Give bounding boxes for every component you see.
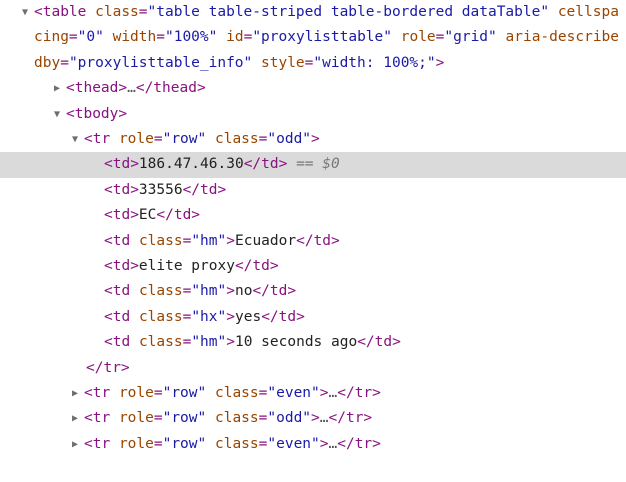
attr-value-class[interactable]: "hm" <box>191 233 226 249</box>
tbody-node[interactable]: ▼ <tbody> <box>0 102 626 127</box>
tr-odd-node[interactable]: ▼ <tr role="row" class="odd"> <box>0 127 626 152</box>
tag-name-table: table <box>42 4 87 20</box>
collapsed-triangle-icon[interactable]: ▶ <box>72 381 84 406</box>
attr-name-class[interactable]: class <box>139 283 183 299</box>
attr-value-id[interactable]: "proxylisttable" <box>252 29 392 45</box>
expanded-triangle-icon[interactable]: ▼ <box>22 0 34 25</box>
attr-value-role[interactable]: "grid" <box>444 29 496 45</box>
thead-ellipsis[interactable]: … <box>127 80 136 96</box>
row-ellipsis[interactable]: … <box>329 436 338 452</box>
attr-name-class[interactable]: class <box>139 309 183 325</box>
attr-name-class[interactable]: class <box>95 4 139 20</box>
td-node-selected[interactable]: <td>186.47.46.30</td> == $0 <box>0 152 626 178</box>
td-node[interactable]: <td>33556</td> <box>0 178 626 203</box>
attr-name-class[interactable]: class <box>139 233 183 249</box>
tr-close-node[interactable]: </tr> <box>0 356 626 381</box>
attr-name-class[interactable]: class <box>215 131 259 147</box>
collapsed-triangle-icon[interactable]: ▶ <box>72 432 84 457</box>
tr-close-tag: </tr> <box>86 359 130 376</box>
row-ellipsis[interactable]: … <box>329 385 338 401</box>
collapsed-triangle-icon[interactable]: ▶ <box>54 76 66 101</box>
attr-name-class[interactable]: class <box>139 334 183 350</box>
td-text[interactable]: 10 seconds ago <box>235 334 357 350</box>
attr-value-role[interactable]: "row" <box>163 131 207 147</box>
td-text[interactable]: 33556 <box>139 182 183 198</box>
td-text[interactable]: no <box>235 283 252 299</box>
attr-value-class[interactable]: "table table-striped table-bordered data… <box>148 4 550 20</box>
tr-even-node[interactable]: ▶ <tr role="row" class="even">…</tr> <box>0 381 626 406</box>
tag-close-bracket: > <box>435 54 445 71</box>
td-node[interactable]: <td class="hm">no</td> <box>0 279 626 304</box>
expanded-triangle-icon[interactable]: ▼ <box>72 127 84 152</box>
row-ellipsis[interactable]: … <box>320 410 329 426</box>
tr-open-tag: <tr <box>84 131 111 147</box>
thead-node[interactable]: ▶ <thead>…</thead> <box>0 76 626 101</box>
thead-open-tag: <thead> <box>66 80 128 97</box>
selected-node-marker: == $0 <box>296 156 340 173</box>
td-text[interactable]: 186.47.46.30 <box>139 156 244 172</box>
thead-close-tag: </thead> <box>135 80 206 97</box>
attr-name-style[interactable]: style <box>261 55 305 71</box>
collapsed-triangle-icon[interactable]: ▶ <box>72 406 84 431</box>
td-node[interactable]: <td class="hx">yes</td> <box>0 305 626 330</box>
td-text[interactable]: yes <box>235 309 261 325</box>
attr-value-class[interactable]: "odd" <box>267 131 311 147</box>
tr-even-node[interactable]: ▶ <tr role="row" class="even">…</tr> <box>0 432 626 457</box>
attr-value-cellspacing[interactable]: "0" <box>78 29 104 45</box>
tr-odd-node[interactable]: ▶ <tr role="row" class="odd">…</tr> <box>0 406 626 431</box>
attr-value-class[interactable]: "hx" <box>191 309 226 325</box>
td-node[interactable]: <td>EC</td> <box>0 203 626 228</box>
attr-value-style[interactable]: "width: 100%;" <box>313 55 435 71</box>
attr-name-role[interactable]: role <box>119 131 154 147</box>
attr-value-class[interactable]: "hm" <box>191 334 226 350</box>
td-node[interactable]: <td class="hm">Ecuador</td> <box>0 229 626 254</box>
expanded-triangle-icon[interactable]: ▼ <box>54 102 66 127</box>
td-node[interactable]: <td class="hm">10 seconds ago</td> <box>0 330 626 355</box>
attr-value-width[interactable]: "100%" <box>165 29 217 45</box>
elements-dom-tree: ▼ <table class="table table-striped table… <box>0 0 626 457</box>
attr-name-width[interactable]: width <box>113 29 157 45</box>
td-text[interactable]: elite proxy <box>139 258 235 274</box>
attr-name-id[interactable]: id <box>226 29 243 45</box>
td-text[interactable]: EC <box>139 207 156 223</box>
td-node[interactable]: <td>elite proxy</td> <box>0 254 626 279</box>
attr-value-aria-describedby[interactable]: "proxylisttable_info" <box>69 55 252 71</box>
table-node[interactable]: ▼ <table class="table table-striped table… <box>0 0 626 76</box>
tag-open-bracket: < <box>34 4 43 20</box>
tbody-open-tag: <tbody> <box>66 105 128 122</box>
td-text[interactable]: Ecuador <box>235 233 296 249</box>
attr-value-class[interactable]: "hm" <box>191 283 226 299</box>
attr-name-role[interactable]: role <box>401 29 436 45</box>
